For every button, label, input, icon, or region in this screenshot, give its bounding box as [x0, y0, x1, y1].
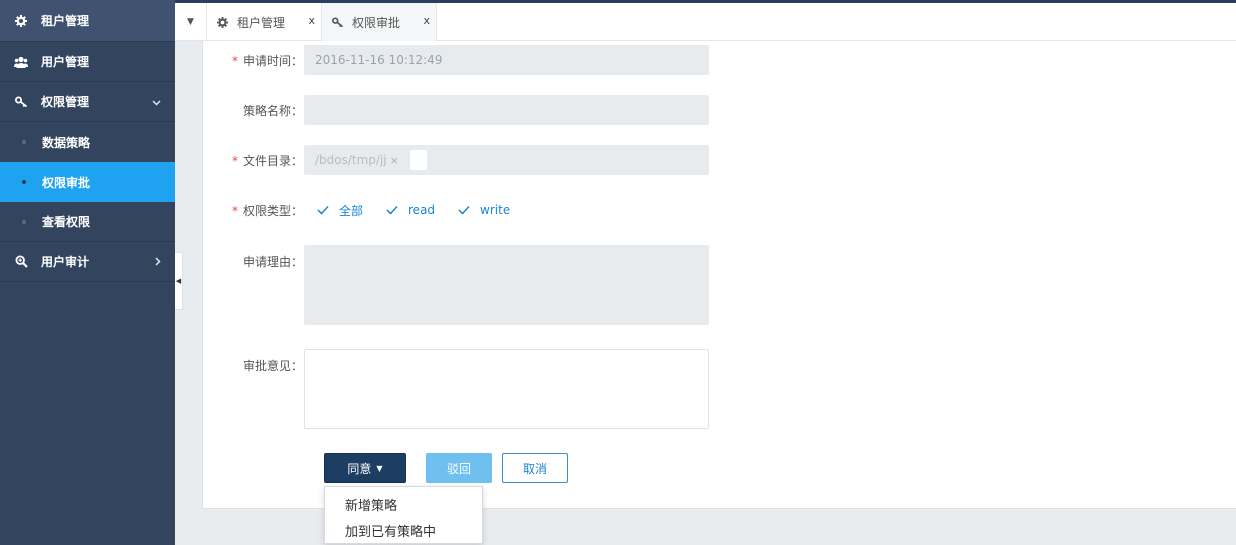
bullet-icon: [22, 140, 26, 144]
sidebar-item-permissions[interactable]: 权限管理: [0, 82, 175, 122]
tab-tenant[interactable]: 租户管理 x: [207, 3, 322, 41]
tab-label: 租户管理: [237, 15, 286, 30]
file-dir-label: * 文件目录：: [231, 153, 303, 168]
opinion-label: 审批意见：: [242, 359, 303, 373]
dropdown-item-new-policy[interactable]: 新增策略: [325, 491, 482, 517]
form-row-file-dir: * 文件目录： /bdos/tmp/jj ×: [203, 145, 723, 175]
chevron-down-icon: [152, 95, 161, 109]
apply-time-field[interactable]: 2016-11-16 10:12:49: [304, 45, 709, 75]
sidebar-subitem-approval[interactable]: 权限审批: [0, 162, 175, 202]
gear-icon: [217, 16, 229, 28]
form-row-perm-type: * 权限类型： 全部 read write: [203, 195, 723, 225]
form-row-policy-name: 策略名称：: [203, 95, 723, 125]
file-dir-tag: /bdos/tmp/jj ×: [315, 153, 399, 167]
sidebar-item-label: 用户审计: [41, 255, 90, 269]
check-icon: [385, 204, 398, 217]
caret-down-icon: ▼: [187, 17, 194, 27]
file-dir-tag-label: /bdos/tmp/jj: [315, 153, 387, 167]
reason-textarea[interactable]: [304, 245, 709, 325]
sidebar-item-users[interactable]: 用户管理: [0, 42, 175, 82]
sidebar-item-label: 权限管理: [41, 95, 90, 109]
tab-bar: ▼ 租户管理 x 权限审批 x: [175, 3, 1236, 41]
agree-dropdown-menu: 新增策略 加到已有策略中: [324, 486, 483, 544]
required-mark: *: [231, 203, 238, 218]
perm-type-checkboxes: 全部 read write: [316, 202, 532, 219]
file-dir-input[interactable]: [409, 150, 427, 170]
checkbox-all[interactable]: 全部: [316, 202, 363, 219]
required-mark: *: [231, 53, 238, 68]
file-dir-field[interactable]: /bdos/tmp/jj ×: [304, 145, 709, 175]
sidebar-item-audit[interactable]: 用户审计: [0, 242, 175, 282]
sidebar-item-label: 用户管理: [41, 55, 90, 69]
sidebar: 租户管理 用户管理 权限管理 数据策略 权限审批 查看权限 用户审计: [0, 0, 175, 545]
sidebar-subitem-label: 数据策略: [42, 135, 91, 150]
approval-form-panel: * 申请时间： 2016-11-16 10:12:49 策略名称： * 文件目录： …: [202, 41, 1236, 544]
users-icon: [14, 55, 28, 69]
reason-label: 申请理由：: [242, 255, 303, 269]
tab-approval[interactable]: 权限审批 x: [322, 3, 437, 41]
sidebar-subitem-view-permissions[interactable]: 查看权限: [0, 202, 175, 242]
checkbox-write[interactable]: write: [457, 203, 510, 217]
apply-time-label: * 申请时间：: [231, 53, 303, 68]
policy-name-field[interactable]: [304, 95, 709, 125]
tab-label: 权限审批: [352, 15, 401, 30]
form-row-apply-time: * 申请时间： 2016-11-16 10:12:49: [203, 45, 723, 75]
key-icon: [332, 16, 344, 28]
zoom-icon: [14, 255, 28, 269]
tab-close-button[interactable]: x: [423, 14, 430, 27]
required-mark: *: [231, 153, 238, 168]
reject-button[interactable]: 驳回: [426, 453, 492, 483]
apply-time-value: 2016-11-16 10:12:49: [315, 53, 443, 67]
sidebar-subitem-label: 权限审批: [42, 175, 91, 190]
chevron-right-icon: [155, 255, 161, 269]
dropdown-item-add-to-existing[interactable]: 加到已有策略中: [325, 517, 482, 543]
sidebar-item-label: 租户管理: [41, 14, 90, 28]
triangle-left-icon: ◀: [175, 277, 182, 285]
perm-type-label: * 权限类型：: [231, 203, 303, 218]
bullet-icon: [22, 180, 26, 184]
check-icon: [457, 204, 470, 217]
sidebar-subitem-data-policy[interactable]: 数据策略: [0, 122, 175, 162]
agree-button-label: 同意: [347, 461, 372, 476]
sidebar-collapse-handle[interactable]: ◀: [175, 252, 183, 310]
gear-icon: [14, 14, 28, 28]
sidebar-subitem-label: 查看权限: [42, 215, 91, 229]
tab-menu-toggle[interactable]: ▼: [175, 3, 207, 41]
cancel-button[interactable]: 取消: [502, 453, 568, 483]
check-icon: [316, 204, 329, 217]
policy-name-label: 策略名称：: [242, 103, 303, 118]
tag-remove-icon[interactable]: ×: [390, 154, 399, 167]
bullet-icon: [22, 219, 26, 224]
agree-dropdown-button[interactable]: 同意 ▼: [324, 453, 406, 483]
key-icon: [14, 95, 28, 109]
sidebar-item-tenant[interactable]: 租户管理: [0, 0, 175, 42]
tab-close-button[interactable]: x: [308, 14, 315, 27]
caret-down-icon: ▼: [376, 463, 383, 473]
opinion-textarea[interactable]: [304, 349, 709, 429]
checkbox-read[interactable]: read: [385, 203, 435, 217]
